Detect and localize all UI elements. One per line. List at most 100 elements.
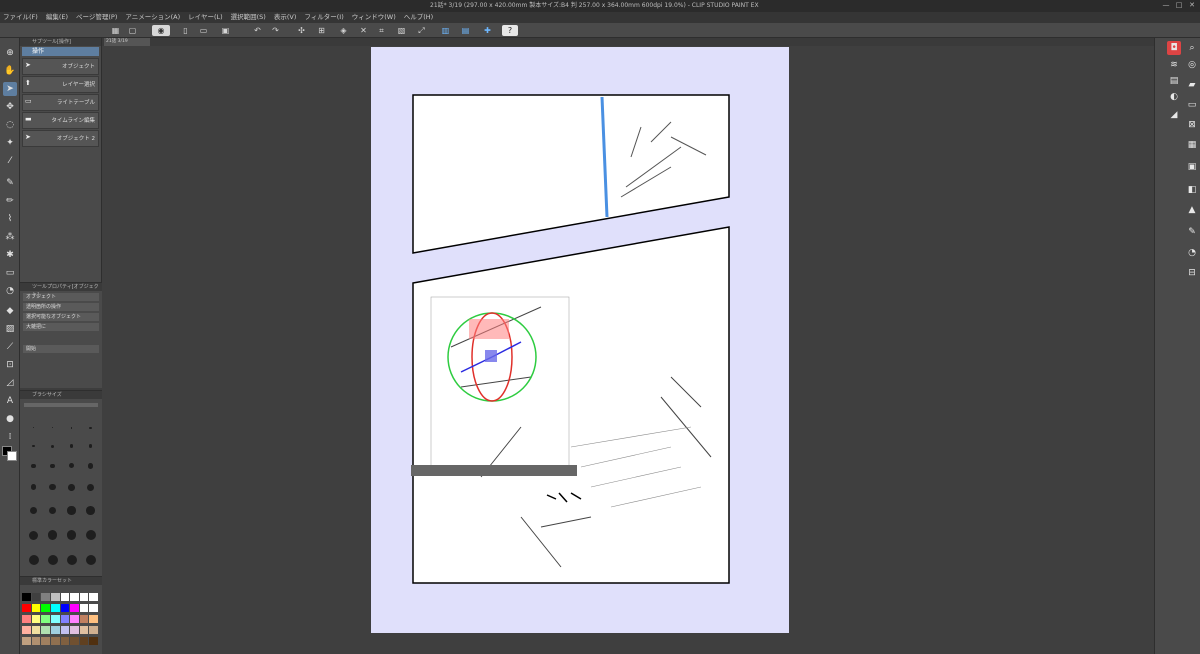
menu-help[interactable]: ヘルプ(H) [404, 12, 433, 23]
color-swatch[interactable] [79, 637, 89, 645]
correct-line-icon[interactable]: ⁞ [3, 430, 17, 444]
sub-color-swatch[interactable] [7, 451, 17, 461]
minimize-icon[interactable]: — [1160, 1, 1172, 10]
brush-size-dot[interactable] [47, 555, 58, 566]
brush-size-dot[interactable] [28, 555, 39, 566]
help-icon[interactable]: ? [502, 25, 518, 36]
color-swatch[interactable] [41, 637, 50, 645]
brush-size-dot[interactable] [67, 506, 76, 515]
subtool-item-timeline[interactable]: ▬ タイムライン編集 [22, 112, 99, 129]
color-swatch[interactable] [60, 593, 70, 601]
brush-icon[interactable]: ⌇ [3, 212, 17, 226]
color-swatch[interactable] [22, 615, 31, 623]
figure-icon[interactable]: ⟋ [3, 340, 17, 354]
color-swatch[interactable] [79, 604, 89, 612]
brush-size-dot[interactable] [70, 426, 73, 429]
color-swatch[interactable] [50, 637, 60, 645]
color-swatch[interactable] [41, 615, 50, 623]
folder-icon[interactable]: ▰ [1185, 78, 1199, 92]
clear-icon[interactable]: ✕ [358, 25, 369, 36]
color-swatch[interactable] [60, 626, 70, 634]
eyedropper-icon[interactable]: ⁄ [3, 154, 17, 168]
brush-size-dot[interactable] [87, 463, 94, 469]
canvas-area[interactable]: 21話 3/19 [102, 38, 1154, 654]
color-swatch[interactable] [79, 626, 89, 634]
color-swatch[interactable] [89, 593, 98, 601]
sub-view-icon[interactable]: ◢ [1167, 108, 1181, 122]
color-swatch[interactable] [70, 615, 79, 623]
brush-size-dot[interactable] [51, 427, 54, 429]
move-handle[interactable] [485, 350, 497, 362]
pattern-icon[interactable]: ▦ [1185, 138, 1199, 152]
color-swatch[interactable] [70, 604, 79, 612]
landscape-icon[interactable]: ▲ [1185, 203, 1199, 217]
fill-icon[interactable]: ◈ [338, 25, 349, 36]
color-swatch[interactable] [70, 637, 79, 645]
color-swatch[interactable] [31, 604, 41, 612]
property-row[interactable]: 透明箇所の操作 [23, 303, 99, 311]
color-swatch[interactable] [41, 593, 50, 601]
menu-filter[interactable]: フィルター(I) [304, 12, 343, 23]
color-swatch[interactable] [22, 637, 31, 645]
brush-size-dot[interactable] [87, 483, 94, 491]
subtool-item-object-2[interactable]: ➤ オブジェクト 2 [22, 130, 99, 147]
menu-view[interactable]: 表示(V) [274, 12, 297, 23]
color-swatch[interactable] [60, 637, 70, 645]
property-row[interactable]: 開始 [23, 345, 99, 353]
brush-size-dot[interactable] [29, 530, 38, 540]
menu-layer[interactable]: レイヤー(L) [188, 12, 223, 23]
brush-size-dot[interactable] [88, 444, 93, 448]
undo-icon[interactable]: ↶ [252, 25, 263, 36]
color-swatch[interactable] [31, 615, 41, 623]
canvas-tab[interactable]: 21話 3/19 [104, 38, 150, 46]
new-icon[interactable]: ▢ [127, 25, 138, 36]
pen-icon[interactable]: ✎ [3, 176, 17, 190]
panel-bottom[interactable] [412, 226, 730, 584]
brush-size-dot[interactable] [48, 506, 57, 515]
subtool-group-title[interactable]: 操作 [22, 47, 99, 56]
close-icon[interactable]: ✕ [1186, 1, 1198, 10]
color-swatch[interactable] [70, 593, 79, 601]
brush-size-dot[interactable] [86, 506, 95, 515]
fill-outside-icon[interactable]: ▧ [396, 25, 407, 36]
menu-animation[interactable]: アニメーション(A) [125, 12, 180, 23]
color-swatch[interactable] [89, 604, 98, 612]
color-swatch[interactable] [22, 593, 31, 601]
decoration-icon[interactable]: ✱ [3, 248, 17, 262]
lasso-icon[interactable]: ◌ [3, 118, 17, 132]
navigator-icon[interactable]: ◘ [1167, 41, 1181, 55]
tone-icon[interactable]: ◎ [1185, 58, 1199, 72]
color-swatch[interactable] [60, 615, 70, 623]
color-swatch[interactable] [50, 604, 60, 612]
color-swatch[interactable] [50, 593, 60, 601]
text-icon[interactable]: A [3, 394, 17, 408]
color-swatch[interactable] [89, 626, 98, 634]
color-swatch[interactable] [50, 626, 60, 634]
panel-top[interactable] [412, 94, 730, 254]
transform-icon[interactable]: ⊞ [316, 25, 327, 36]
subtool-item-light-table[interactable]: ▭ ライトテーブル [22, 94, 99, 111]
move-layer-icon[interactable]: ✥ [3, 100, 17, 114]
crop-icon[interactable]: ⌗ [376, 25, 387, 36]
brush-size-dot[interactable] [50, 463, 55, 469]
object-launcher-bar[interactable] [411, 465, 577, 476]
subtool-item-layer-select[interactable]: ⬆ レイヤー選択 [22, 76, 99, 93]
brush-size-dot[interactable] [49, 484, 56, 491]
zoom-icon[interactable]: ⊕ [3, 46, 17, 60]
brush-size-slider[interactable] [24, 403, 98, 407]
pencil-icon[interactable]: ✏ [3, 194, 17, 208]
brush-size-dot[interactable] [66, 555, 77, 566]
transform-icon[interactable]: ⊠ [1185, 118, 1199, 132]
layer-property-icon[interactable]: ≋ [1167, 58, 1181, 72]
eye-icon[interactable]: ◉ [152, 25, 170, 36]
airbrush-icon[interactable]: ⁂ [3, 230, 17, 244]
brush-size-dot[interactable] [66, 530, 77, 540]
image-icon[interactable]: ▭ [1185, 98, 1199, 112]
pen-material-icon[interactable]: ✎ [1185, 225, 1199, 239]
operation-tool-icon[interactable]: ➤ [3, 82, 17, 96]
brush-size-dot[interactable] [31, 463, 36, 468]
history-icon[interactable]: ▤ [1167, 74, 1181, 88]
manga-page[interactable] [371, 47, 789, 633]
blend-icon[interactable]: ◔ [3, 284, 17, 298]
snap-ruler-icon[interactable]: ▥ [440, 25, 451, 36]
